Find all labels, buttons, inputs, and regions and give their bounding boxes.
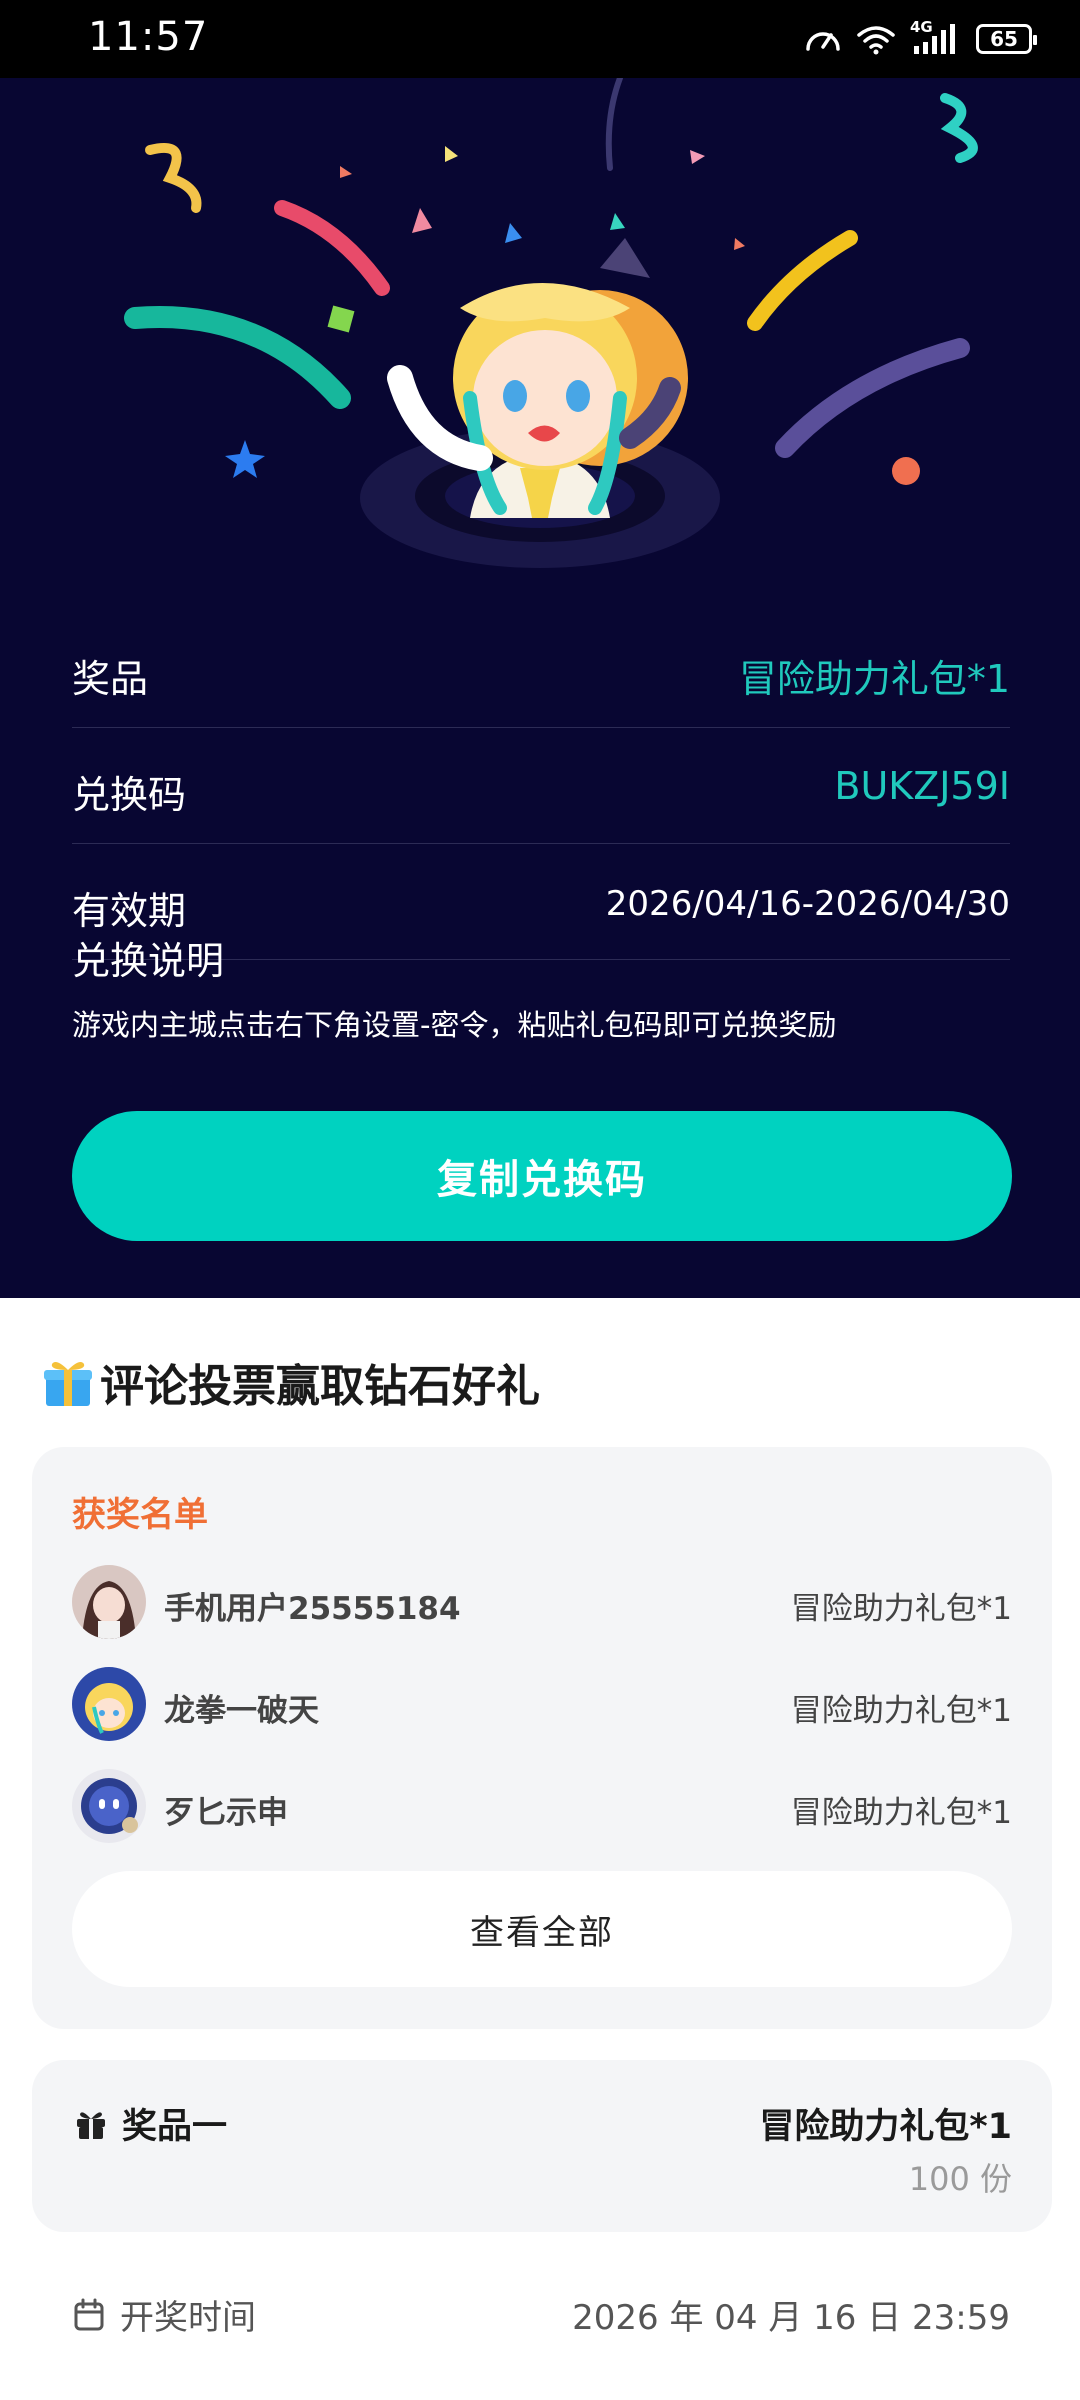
view-all-button[interactable]: 查看全部 [72, 1871, 1012, 1987]
winner-name: 龙拳一破天 [164, 1693, 319, 1729]
validity-value: 2026/04/16-2026/04/30 [605, 884, 1010, 924]
prize-label: 奖品 [72, 657, 149, 701]
winner-row[interactable]: 龙拳一破天 冒险助力礼包*1 [72, 1667, 1012, 1743]
prize-name: 冒险助力礼包*1 [759, 2107, 1012, 2147]
code-row: 兑换码 BUKZJ59I [72, 728, 1010, 844]
avatar [72, 1565, 146, 1639]
winner-name: 手机用户25555184 [164, 1591, 461, 1627]
gift-icon [44, 1362, 92, 1406]
signal-icon: 4G [910, 18, 962, 56]
prize-card: 奖品一 冒险助力礼包*1 100 份 [32, 2060, 1052, 2232]
status-bar: 11:57 4G 65 [0, 0, 1080, 78]
speedometer-icon [806, 32, 840, 51]
draw-time-label: 开奖时间 [120, 2298, 256, 2338]
celebration-illustration [124, 78, 978, 568]
instructions-text: 游戏内主城点击右下角设置-密令，粘贴礼包码即可兑换奖励 [72, 1008, 837, 1042]
status-icons: 4G 65 [804, 18, 1037, 60]
wifi-icon [857, 26, 895, 55]
status-time: 11:57 [88, 14, 209, 60]
instructions-title: 兑换说明 [72, 939, 225, 983]
reward-hero: 奖品 冒险助力礼包*1 兑换码 BUKZJ59I 有效期 2026/04/16-… [0, 78, 1080, 1298]
prize-value: 冒险助力礼包*1 [738, 657, 1010, 701]
campaign-heading: 评论投票赢取钻石好礼 [42, 1350, 540, 1414]
draw-time-row: 开奖时间 2026 年 04 月 16 日 23:59 [72, 2282, 1010, 2342]
winner-row[interactable]: 手机用户25555184 冒险助力礼包*1 [72, 1565, 1012, 1641]
battery-icon: 65 [976, 24, 1037, 54]
copy-code-button[interactable]: 复制兑换码 [72, 1111, 1012, 1241]
prize-tier: 奖品一 [74, 2098, 227, 2149]
calendar-icon [74, 2298, 104, 2330]
prize-row: 奖品 冒险助力礼包*1 [72, 612, 1010, 728]
avatar [72, 1769, 146, 1843]
winner-prize: 冒险助力礼包*1 [790, 1591, 1012, 1627]
code-label: 兑换码 [72, 773, 187, 817]
prize-count: 100 份 [908, 2160, 1012, 2198]
draw-time: 开奖时间 [72, 2290, 256, 2339]
prize-tier-label: 奖品一 [122, 2107, 228, 2147]
gift-outline-icon [77, 2111, 105, 2139]
winners-title: 获奖名单 [72, 1495, 208, 1535]
winner-prize: 冒险助力礼包*1 [790, 1693, 1012, 1729]
winner-name: 歹匕示申 [164, 1795, 288, 1831]
draw-time-value: 2026 年 04 月 16 日 23:59 [572, 2298, 1010, 2338]
redeem-code-value[interactable]: BUKZJ59I [834, 764, 1010, 808]
battery-level: 65 [990, 27, 1018, 51]
winners-card: 获奖名单 手机用户25555184 冒险助力礼包*1 龙拳一破天 冒险助力礼包*… [32, 1447, 1052, 2029]
validity-label: 有效期 [72, 889, 187, 933]
campaign-title: 评论投票赢取钻石好礼 [100, 1361, 540, 1412]
winner-row[interactable]: 歹匕示申 冒险助力礼包*1 [72, 1769, 1012, 1845]
avatar [72, 1667, 146, 1741]
winner-prize: 冒险助力礼包*1 [790, 1795, 1012, 1831]
